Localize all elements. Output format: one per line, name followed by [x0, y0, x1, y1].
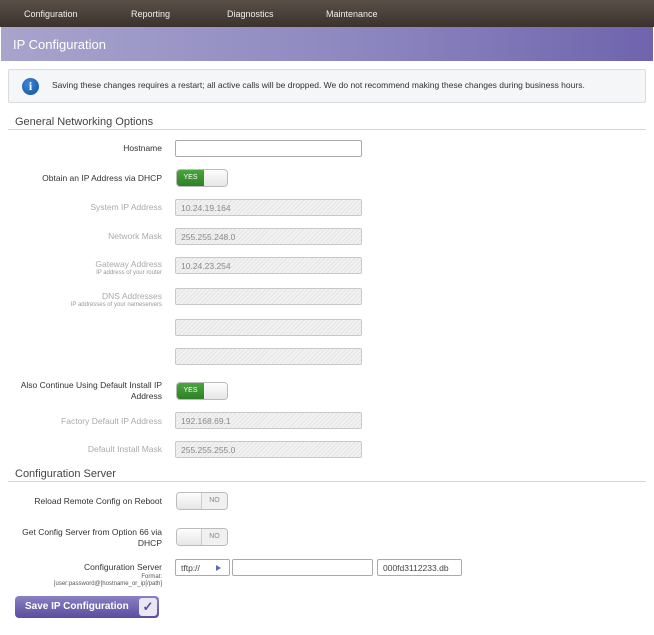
dhcp-label: Obtain an IP Address via DHCP	[42, 173, 162, 183]
hostname-label: Hostname	[123, 143, 162, 153]
play-arrow-icon	[216, 565, 221, 571]
page-title-bar: IP Configuration	[1, 27, 653, 61]
nav-diagnostics[interactable]: Diagnostics	[227, 9, 274, 19]
install-mask-input[interactable]: 255.255.255.0	[175, 441, 362, 458]
toggle-knob	[204, 170, 227, 186]
hostname-input[interactable]	[175, 140, 362, 157]
reload-toggle[interactable]: NO	[176, 492, 228, 510]
netmask-input[interactable]: 255.255.248.0	[175, 228, 362, 245]
toggle-no: NO	[201, 529, 227, 545]
toggle-knob	[177, 493, 202, 509]
config-server-format-label: Format:	[141, 574, 162, 580]
dns-input-2[interactable]	[175, 319, 362, 336]
netmask-label: Network Mask	[108, 231, 162, 241]
gateway-input[interactable]: 10.24.23.254	[175, 257, 362, 274]
section-heading-general: General Networking Options	[15, 116, 154, 128]
toggle-knob	[177, 529, 202, 545]
default-ip-label: Also Continue Using Default Install IP A…	[20, 380, 162, 401]
dns-sublabel: IP addresses of your nameservers	[70, 302, 162, 308]
reload-label: Reload Remote Config on Reboot	[34, 496, 162, 506]
dns-input-3[interactable]	[175, 348, 362, 365]
option66-toggle[interactable]: NO	[176, 528, 228, 546]
section-divider	[8, 481, 646, 482]
dns-label: DNS Addresses	[102, 291, 162, 301]
checkmark-icon: ✓	[139, 598, 157, 616]
section-divider	[8, 129, 646, 130]
protocol-select[interactable]: tftp://	[175, 559, 230, 576]
option66-label: Get Config Server from Option 66 via DHC…	[22, 527, 162, 548]
top-nav-bar: Configuration Reporting Diagnostics Main…	[0, 0, 654, 27]
section-heading-config-server: Configuration Server	[15, 468, 116, 480]
config-server-file-input[interactable]: 000fd3112233.db	[377, 559, 462, 576]
gateway-sublabel: IP address of your router	[96, 270, 162, 276]
config-server-label: Configuration Server	[84, 562, 162, 572]
notice-text: Saving these changes requires a restart;…	[52, 80, 585, 90]
toggle-no: NO	[201, 493, 227, 509]
system-ip-input[interactable]: 10.24.19.164	[175, 199, 362, 216]
factory-ip-input[interactable]: 192.168.69.1	[175, 412, 362, 429]
save-button-label: Save IP Configuration	[25, 601, 129, 612]
nav-maintenance[interactable]: Maintenance	[326, 9, 378, 19]
protocol-value: tftp://	[181, 563, 200, 573]
install-mask-label: Default Install Mask	[87, 444, 162, 454]
nav-configuration[interactable]: Configuration	[24, 9, 78, 19]
system-ip-label: System IP Address	[90, 202, 162, 212]
gateway-label: Gateway Address	[95, 259, 162, 269]
dhcp-toggle[interactable]: YES	[176, 169, 228, 187]
toggle-yes: YES	[177, 383, 204, 399]
save-ip-configuration-button[interactable]: Save IP Configuration ✓	[15, 596, 159, 618]
toggle-yes: YES	[177, 170, 204, 186]
page-title: IP Configuration	[13, 37, 106, 52]
restart-notice: i Saving these changes requires a restar…	[8, 69, 646, 103]
nav-reporting[interactable]: Reporting	[131, 9, 170, 19]
info-icon: i	[22, 78, 39, 95]
default-ip-toggle[interactable]: YES	[176, 382, 228, 400]
dns-input-1[interactable]	[175, 288, 362, 305]
toggle-knob	[204, 383, 227, 399]
factory-ip-label: Factory Default IP Address	[61, 416, 162, 426]
config-server-host-input[interactable]	[232, 559, 373, 576]
config-server-format: [user:password@]hostname_or_ip[/path]	[53, 581, 162, 587]
